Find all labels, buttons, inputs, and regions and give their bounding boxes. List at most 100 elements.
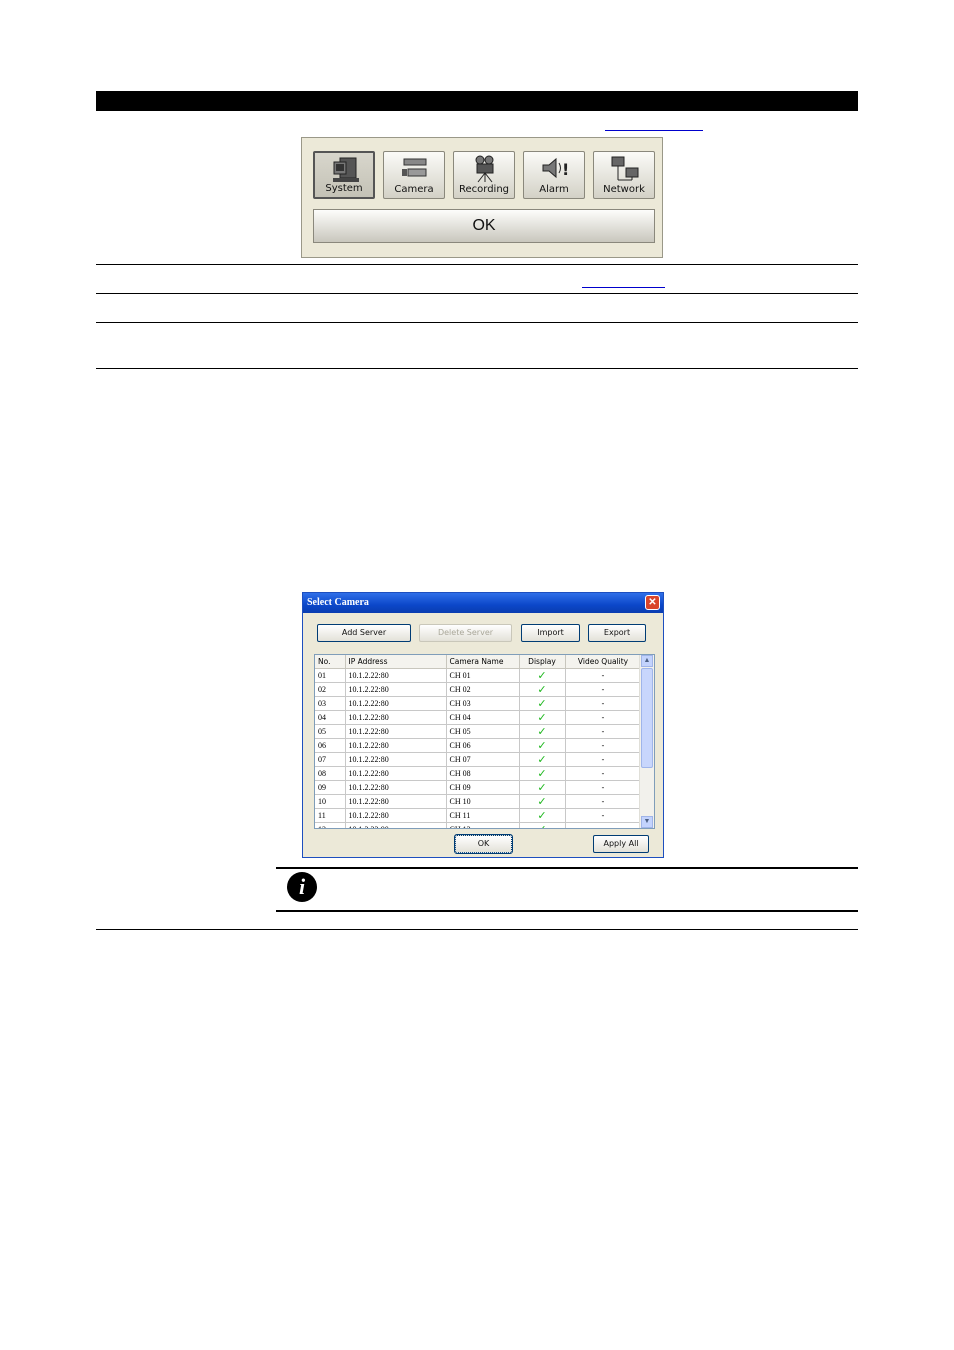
cell-no: 03	[315, 696, 346, 711]
cell-ip-address: 10.1.2.22:80	[345, 766, 447, 781]
select-camera-dialog: Select Camera ✕ Add Server Delete Server…	[302, 592, 664, 858]
check-icon[interactable]: ✓	[537, 669, 546, 682]
check-icon[interactable]: ✓	[537, 795, 546, 808]
network-label: Network	[603, 184, 645, 195]
dialog-ok-button[interactable]: OK	[454, 834, 513, 854]
add-server-button[interactable]: Add Server	[317, 624, 411, 642]
info-icon: i	[287, 872, 317, 902]
table-rule	[96, 368, 858, 369]
cell-ip-address: 10.1.2.22:80	[345, 752, 447, 767]
table-row[interactable]: 09 10.1.2.22:80 CH 09 ✓ -	[315, 780, 642, 795]
cell-camera-name: CH 07	[446, 752, 520, 767]
dialog-title: Select Camera	[307, 597, 369, 608]
cell-no: 02	[315, 682, 346, 697]
check-icon[interactable]: ✓	[537, 697, 546, 710]
note-top-rule	[276, 867, 858, 869]
cell-camera-name: CH 10	[446, 794, 520, 809]
table-row[interactable]: 06 10.1.2.22:80 CH 06 ✓ -	[315, 738, 642, 753]
export-button[interactable]: Export	[588, 624, 646, 642]
check-icon[interactable]: ✓	[537, 753, 546, 766]
cell-no: 09	[315, 780, 346, 795]
cell-video-quality: -	[565, 668, 642, 683]
link-underline[interactable]	[605, 130, 703, 131]
cell-no: 05	[315, 724, 346, 739]
check-icon[interactable]: ✓	[537, 725, 546, 738]
link-underline[interactable]	[582, 287, 665, 288]
alarm-button[interactable]: ! Alarm	[523, 151, 585, 199]
check-icon[interactable]: ✓	[537, 823, 546, 828]
cell-display: ✓	[519, 696, 566, 711]
section-header-bar	[96, 91, 858, 111]
table-row[interactable]: 07 10.1.2.22:80 CH 07 ✓ -	[315, 752, 642, 767]
camera-label: Camera	[394, 184, 434, 195]
system-button[interactable]: System	[313, 151, 375, 199]
ok-button[interactable]: OK	[313, 209, 655, 243]
cell-display: ✓	[519, 724, 566, 739]
cell-display: ✓	[519, 668, 566, 683]
network-button[interactable]: Network	[593, 151, 655, 199]
scroll-thumb[interactable]	[641, 668, 653, 768]
table-row[interactable]: 05 10.1.2.22:80 CH 05 ✓ -	[315, 724, 642, 739]
check-icon[interactable]: ✓	[537, 781, 546, 794]
camera-button[interactable]: Camera	[383, 151, 445, 199]
column-header-no[interactable]: No.	[315, 655, 346, 669]
table-rule	[96, 264, 858, 265]
check-icon[interactable]: ✓	[537, 711, 546, 724]
cell-camera-name: CH 09	[446, 780, 520, 795]
cell-ip-address: 10.1.2.22:80	[345, 808, 447, 823]
table-row[interactable]: 1210.1.2.22:80CH 12 ✓ -	[315, 822, 642, 828]
cell-display: ✓	[519, 752, 566, 767]
table-row[interactable]: 03 10.1.2.22:80 CH 03 ✓ -	[315, 696, 642, 711]
table-row[interactable]: 11 10.1.2.22:80 CH 11 ✓ -	[315, 808, 642, 823]
cell-no: 11	[315, 808, 346, 823]
alarm-speaker-icon: !	[542, 157, 569, 179]
cell-display: ✓	[519, 808, 566, 823]
import-button[interactable]: Import	[521, 624, 580, 642]
dialog-title-bar[interactable]: Select Camera ✕	[303, 593, 663, 613]
cell-camera-name: CH 11	[446, 808, 520, 823]
cell-ip-address: 10.1.2.22:80	[345, 822, 447, 828]
table-rule	[96, 322, 858, 323]
check-icon[interactable]: ✓	[537, 809, 546, 822]
table-row[interactable]: 10 10.1.2.22:80 CH 10 ✓ -	[315, 794, 642, 809]
table-row[interactable]: 08 10.1.2.22:80 CH 08 ✓ -	[315, 766, 642, 781]
delete-server-button[interactable]: Delete Server	[419, 624, 512, 642]
recording-button[interactable]: Recording	[453, 151, 515, 199]
svg-text:!: !	[562, 160, 569, 179]
cell-video-quality: -	[565, 766, 642, 781]
cell-display: ✓	[519, 766, 566, 781]
column-header-display[interactable]: Display	[519, 655, 566, 669]
column-header-video-quality[interactable]: Video Quality	[565, 655, 642, 669]
vertical-scrollbar[interactable]: ▲ ▼	[639, 655, 654, 828]
scroll-down-icon[interactable]: ▼	[641, 816, 653, 828]
table-rule	[96, 293, 858, 294]
cell-no: 08	[315, 766, 346, 781]
cell-video-quality: -	[565, 682, 642, 697]
cell-display: ✓	[519, 682, 566, 697]
cell-ip-address: 10.1.2.22:80	[345, 682, 447, 697]
table-row[interactable]: 04 10.1.2.22:80 CH 04 ✓ -	[315, 710, 642, 725]
table-row[interactable]: 01 10.1.2.22:80 CH 01 ✓ -	[315, 668, 642, 683]
cell-camera-name: CH 01	[446, 668, 520, 683]
cell-ip-address: 10.1.2.22:80	[345, 710, 447, 725]
cell-video-quality: -	[565, 780, 642, 795]
column-header-ip-address[interactable]: IP Address	[345, 655, 447, 669]
camera-icon	[402, 158, 427, 177]
check-icon[interactable]: ✓	[537, 767, 546, 780]
network-icon	[611, 156, 639, 181]
check-icon[interactable]: ✓	[537, 739, 546, 752]
camera-list[interactable]: No. IP Address Camera Name Display Video…	[314, 654, 655, 829]
cell-no: 04	[315, 710, 346, 725]
cell-video-quality: -	[565, 696, 642, 711]
cell-camera-name: CH 04	[446, 710, 520, 725]
scroll-up-icon[interactable]: ▲	[641, 655, 653, 667]
apply-all-button[interactable]: Apply All	[593, 835, 649, 853]
cell-display: ✓	[519, 780, 566, 795]
check-icon[interactable]: ✓	[537, 683, 546, 696]
column-header-camera-name[interactable]: Camera Name	[446, 655, 520, 669]
cell-ip-address: 10.1.2.22:80	[345, 794, 447, 809]
recording-label: Recording	[458, 184, 509, 195]
table-row[interactable]: 02 10.1.2.22:80 CH 02 ✓ -	[315, 682, 642, 697]
cell-ip-address: 10.1.2.22:80	[345, 668, 447, 683]
close-icon[interactable]: ✕	[645, 595, 660, 610]
